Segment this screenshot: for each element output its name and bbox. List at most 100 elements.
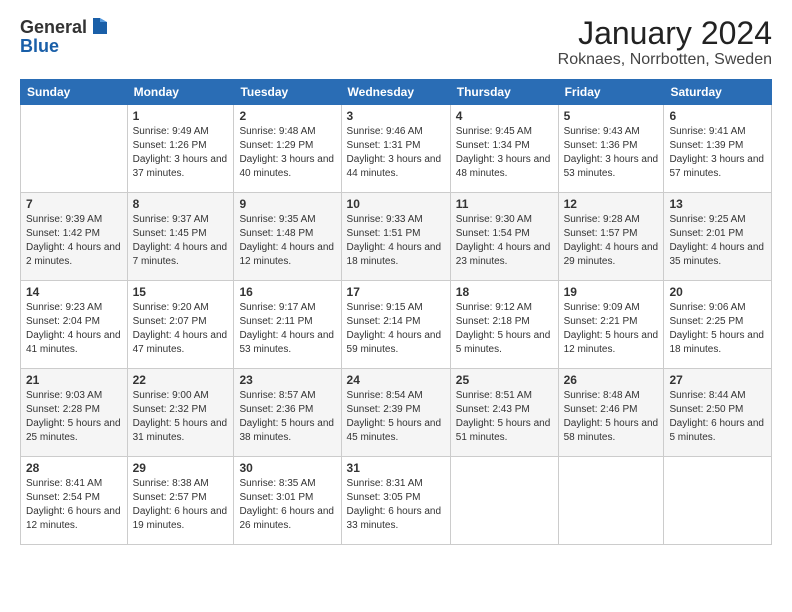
day-number: 19 (564, 285, 659, 299)
day-info: Sunrise: 9:45 AMSunset: 1:34 PMDaylight:… (456, 125, 553, 181)
calendar-cell (558, 457, 664, 545)
day-number: 1 (133, 109, 229, 123)
calendar-cell: 26 Sunrise: 8:48 AMSunset: 2:46 PMDayligh… (558, 369, 664, 457)
day-info: Sunrise: 8:38 AMSunset: 2:57 PMDaylight:… (133, 477, 229, 533)
day-number: 10 (347, 197, 445, 211)
calendar-cell: 20 Sunrise: 9:06 AMSunset: 2:25 PMDayligh… (664, 281, 772, 369)
day-number: 13 (669, 197, 766, 211)
calendar-cell: 11Sunrise: 9:30 AMSunset: 1:54 PMDayligh… (450, 193, 558, 281)
day-number: 24 (347, 373, 445, 387)
week-row-5: 28 Sunrise: 8:41 AMSunset: 2:54 PMDayligh… (21, 457, 772, 545)
calendar-cell: 16Sunrise: 9:17 AMSunset: 2:11 PMDayligh… (234, 281, 341, 369)
day-info: Sunrise: 8:48 AMSunset: 2:46 PMDaylight:… (564, 389, 659, 445)
calendar-cell: 13 Sunrise: 9:25 AMSunset: 2:01 PMDayligh… (664, 193, 772, 281)
day-info: Sunrise: 9:48 AMSunset: 1:29 PMDaylight:… (239, 125, 335, 181)
day-number: 4 (456, 109, 553, 123)
day-number: 6 (669, 109, 766, 123)
calendar-cell: 23 Sunrise: 8:57 AMSunset: 2:36 PMDayligh… (234, 369, 341, 457)
calendar-cell: 24 Sunrise: 8:54 AMSunset: 2:39 PMDayligh… (341, 369, 450, 457)
day-number: 12 (564, 197, 659, 211)
day-info: Sunrise: 9:46 AMSunset: 1:31 PMDaylight:… (347, 125, 445, 181)
calendar-cell: 10 Sunrise: 9:33 AMSunset: 1:51 PMDayligh… (341, 193, 450, 281)
calendar-cell: 21Sunrise: 9:03 AMSunset: 2:28 PMDayligh… (21, 369, 128, 457)
weekday-header-sunday: Sunday (21, 80, 128, 105)
logo-icon (89, 16, 111, 38)
day-info: Sunrise: 8:31 AMSunset: 3:05 PMDaylight:… (347, 477, 445, 533)
day-number: 22 (133, 373, 229, 387)
weekday-header-wednesday: Wednesday (341, 80, 450, 105)
calendar-cell: 30Sunrise: 8:35 AMSunset: 3:01 PMDayligh… (234, 457, 341, 545)
day-number: 14 (26, 285, 122, 299)
day-number: 15 (133, 285, 229, 299)
location-title: Roknaes, Norrbotten, Sweden (558, 51, 772, 69)
calendar-cell: 1 Sunrise: 9:49 AMSunset: 1:26 PMDaylight… (127, 105, 234, 193)
day-info: Sunrise: 9:17 AMSunset: 2:11 PMDaylight:… (239, 301, 335, 357)
day-info: Sunrise: 8:35 AMSunset: 3:01 PMDaylight:… (239, 477, 335, 533)
day-number: 29 (133, 461, 229, 475)
week-row-1: 1 Sunrise: 9:49 AMSunset: 1:26 PMDaylight… (21, 105, 772, 193)
week-row-2: 7 Sunrise: 9:39 AMSunset: 1:42 PMDaylight… (21, 193, 772, 281)
day-number: 7 (26, 197, 122, 211)
calendar-cell (664, 457, 772, 545)
day-number: 26 (564, 373, 659, 387)
day-info: Sunrise: 9:41 AMSunset: 1:39 PMDaylight:… (669, 125, 766, 181)
calendar-cell (21, 105, 128, 193)
calendar-cell: 9Sunrise: 9:35 AMSunset: 1:48 PMDaylight… (234, 193, 341, 281)
logo-blue-text: Blue (20, 36, 111, 57)
day-info: Sunrise: 9:25 AMSunset: 2:01 PMDaylight:… (669, 213, 766, 269)
calendar-cell: 15Sunrise: 9:20 AMSunset: 2:07 PMDayligh… (127, 281, 234, 369)
calendar-cell (450, 457, 558, 545)
day-info: Sunrise: 9:39 AMSunset: 1:42 PMDaylight:… (26, 213, 122, 269)
day-info: Sunrise: 9:30 AMSunset: 1:54 PMDaylight:… (456, 213, 553, 269)
day-number: 9 (239, 197, 335, 211)
day-number: 21 (26, 373, 122, 387)
day-info: Sunrise: 9:15 AMSunset: 2:14 PMDaylight:… (347, 301, 445, 357)
day-info: Sunrise: 8:54 AMSunset: 2:39 PMDaylight:… (347, 389, 445, 445)
calendar-table: SundayMondayTuesdayWednesdayThursdayFrid… (20, 79, 772, 545)
header: General Blue January 2024 Roknaes, Norrb… (20, 16, 772, 69)
day-info: Sunrise: 9:37 AMSunset: 1:45 PMDaylight:… (133, 213, 229, 269)
calendar-cell: 8 Sunrise: 9:37 AMSunset: 1:45 PMDaylight… (127, 193, 234, 281)
week-row-4: 21Sunrise: 9:03 AMSunset: 2:28 PMDayligh… (21, 369, 772, 457)
day-info: Sunrise: 9:49 AMSunset: 1:26 PMDaylight:… (133, 125, 229, 181)
day-number: 2 (239, 109, 335, 123)
calendar-cell: 5 Sunrise: 9:43 AMSunset: 1:36 PMDaylight… (558, 105, 664, 193)
calendar-cell: 27Sunrise: 8:44 AMSunset: 2:50 PMDayligh… (664, 369, 772, 457)
month-title: January 2024 (558, 16, 772, 51)
calendar-cell: 4 Sunrise: 9:45 AMSunset: 1:34 PMDaylight… (450, 105, 558, 193)
weekday-header-friday: Friday (558, 80, 664, 105)
calendar-cell: 2 Sunrise: 9:48 AMSunset: 1:29 PMDaylight… (234, 105, 341, 193)
calendar-cell: 3 Sunrise: 9:46 AMSunset: 1:31 PMDaylight… (341, 105, 450, 193)
calendar-cell: 22 Sunrise: 9:00 AMSunset: 2:32 PMDayligh… (127, 369, 234, 457)
day-number: 23 (239, 373, 335, 387)
calendar-cell: 7 Sunrise: 9:39 AMSunset: 1:42 PMDaylight… (21, 193, 128, 281)
day-info: Sunrise: 9:23 AMSunset: 2:04 PMDaylight:… (26, 301, 122, 357)
calendar-cell: 28 Sunrise: 8:41 AMSunset: 2:54 PMDayligh… (21, 457, 128, 545)
weekday-header-thursday: Thursday (450, 80, 558, 105)
day-info: Sunrise: 9:00 AMSunset: 2:32 PMDaylight:… (133, 389, 229, 445)
day-info: Sunrise: 9:12 AMSunset: 2:18 PMDaylight:… (456, 301, 553, 357)
day-number: 20 (669, 285, 766, 299)
day-number: 31 (347, 461, 445, 475)
day-info: Sunrise: 8:41 AMSunset: 2:54 PMDaylight:… (26, 477, 122, 533)
calendar-cell: 19 Sunrise: 9:09 AMSunset: 2:21 PMDayligh… (558, 281, 664, 369)
weekday-header-tuesday: Tuesday (234, 80, 341, 105)
day-info: Sunrise: 8:57 AMSunset: 2:36 PMDaylight:… (239, 389, 335, 445)
day-number: 28 (26, 461, 122, 475)
calendar-page: General Blue January 2024 Roknaes, Norrb… (0, 0, 792, 612)
day-number: 3 (347, 109, 445, 123)
calendar-cell: 14 Sunrise: 9:23 AMSunset: 2:04 PMDayligh… (21, 281, 128, 369)
day-info: Sunrise: 9:09 AMSunset: 2:21 PMDaylight:… (564, 301, 659, 357)
day-number: 25 (456, 373, 553, 387)
title-block: January 2024 Roknaes, Norrbotten, Sweden (558, 16, 772, 69)
day-number: 5 (564, 109, 659, 123)
calendar-cell: 17Sunrise: 9:15 AMSunset: 2:14 PMDayligh… (341, 281, 450, 369)
week-row-3: 14 Sunrise: 9:23 AMSunset: 2:04 PMDayligh… (21, 281, 772, 369)
logo-general-text: General (20, 17, 87, 38)
day-info: Sunrise: 8:51 AMSunset: 2:43 PMDaylight:… (456, 389, 553, 445)
day-info: Sunrise: 9:43 AMSunset: 1:36 PMDaylight:… (564, 125, 659, 181)
day-number: 8 (133, 197, 229, 211)
day-info: Sunrise: 9:33 AMSunset: 1:51 PMDaylight:… (347, 213, 445, 269)
day-info: Sunrise: 9:28 AMSunset: 1:57 PMDaylight:… (564, 213, 659, 269)
day-info: Sunrise: 9:06 AMSunset: 2:25 PMDaylight:… (669, 301, 766, 357)
